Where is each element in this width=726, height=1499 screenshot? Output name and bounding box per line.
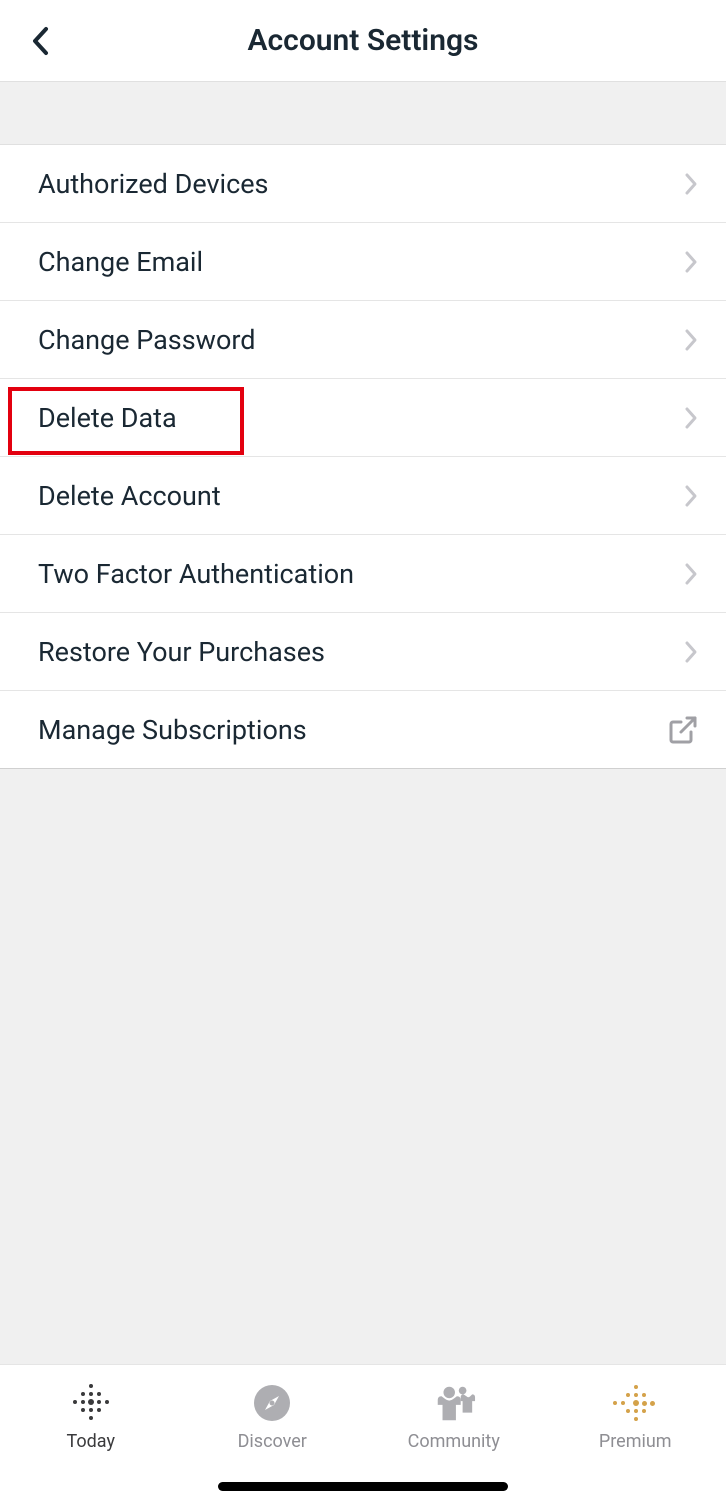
settings-list): Authorized Devices Change Email Change P… [0,145,726,769]
list-item-two-factor[interactable]: Two Factor Authentication [0,535,726,613]
tab-label: Discover [238,1431,307,1452]
tab-discover[interactable]: Discover [182,1375,364,1499]
header: Account Settings [0,0,726,82]
list-item-label: Delete Account [38,480,221,512]
list-item-restore-purchases[interactable]: Restore Your Purchases [0,613,726,691]
chevron-right-icon [684,328,698,352]
list-item-label: Manage Subscriptions [38,714,307,746]
tab-premium[interactable]: Premium [545,1375,726,1499]
tab-label: Today [67,1431,115,1452]
tab-today[interactable]: Today [0,1375,182,1499]
chevron-right-icon [684,640,698,664]
list-item-delete-account[interactable]: Delete Account [0,457,726,535]
chevron-right-icon [684,172,698,196]
tab-community[interactable]: Community [363,1375,545,1499]
chevron-right-icon [684,484,698,508]
compass-icon [250,1381,294,1425]
section-spacer [0,82,726,145]
premium-icon [613,1381,657,1425]
empty-area [0,769,726,1364]
home-indicator [218,1482,508,1491]
list-item-label: Change Email [38,246,203,278]
page-title: Account Settings [0,23,726,58]
today-icon [69,1381,113,1425]
list-item-authorized-devices[interactable]: Authorized Devices [0,145,726,223]
chevron-right-icon [684,406,698,430]
tab-label: Premium [599,1431,672,1452]
list-item-label: Change Password [38,324,255,356]
chevron-right-icon [684,250,698,274]
tab-label: Community [408,1431,500,1452]
list-item-change-email[interactable]: Change Email [0,223,726,301]
list-item-label: Delete Data [38,402,177,434]
back-button[interactable] [20,21,60,61]
list-item-delete-data[interactable]: Delete Data [0,379,726,457]
list-item-label: Authorized Devices [38,168,269,200]
tab-bar: Today Discover Community [0,1364,726,1499]
external-link-icon [668,715,698,745]
chevron-right-icon [684,562,698,586]
list-item-manage-subscriptions[interactable]: Manage Subscriptions [0,691,726,769]
chevron-left-icon [31,26,49,56]
community-icon [432,1381,476,1425]
list-item-change-password[interactable]: Change Password [0,301,726,379]
list-item-label: Two Factor Authentication [38,558,354,590]
list-item-label: Restore Your Purchases [38,636,325,668]
